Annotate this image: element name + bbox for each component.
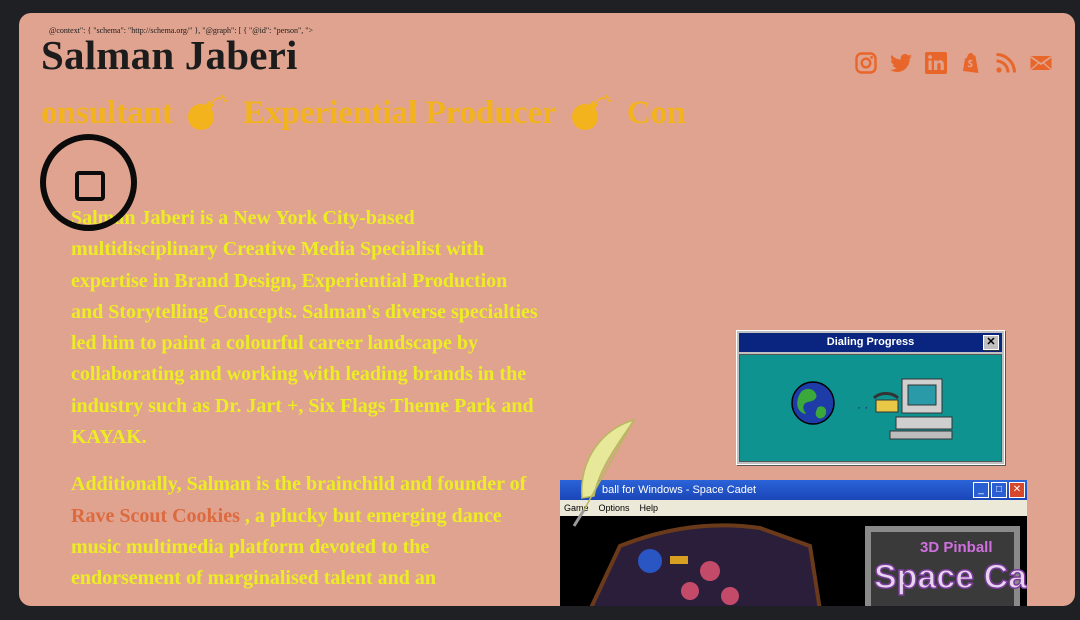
shopify-icon[interactable] — [959, 51, 983, 75]
minimize-icon[interactable]: _ — [973, 482, 989, 498]
dialing-progress-window: Dialing Progress ✕ · · — [736, 330, 1005, 465]
pinball-logo-small: 3D Pinball — [920, 539, 993, 556]
social-links — [854, 51, 1053, 75]
bio-paragraph: Salman Jaberi is a New York City-based m… — [71, 207, 538, 449]
pinball-playfield: 3D Pinball Space Cadet — [589, 523, 1027, 606]
site-card: @context": { "schema": "http://schema.or… — [19, 13, 1075, 606]
feather-quill-icon — [572, 418, 636, 527]
site-title[interactable]: Salman Jaberi — [41, 31, 298, 79]
close-icon[interactable]: ✕ — [983, 335, 999, 350]
ticker-segment: onsultant — [41, 94, 174, 131]
dialing-scene: · · — [791, 378, 953, 440]
twitter-icon[interactable] — [889, 51, 913, 75]
square-icon — [75, 171, 105, 201]
maximize-icon[interactable]: □ — [991, 482, 1007, 498]
dialing-illustration: · · — [739, 354, 1002, 462]
window-controls: _ □ ✕ — [973, 482, 1025, 498]
rss-icon[interactable] — [994, 51, 1018, 75]
email-icon[interactable] — [1029, 51, 1053, 75]
phone-icon — [872, 392, 900, 413]
computer-icon — [889, 378, 953, 440]
menu-toggle-button[interactable] — [40, 134, 137, 231]
close-icon[interactable]: ✕ — [1009, 482, 1025, 498]
ticker-segment: Experiential Producer — [243, 94, 557, 131]
bomb-icon — [185, 93, 229, 133]
window-titlebar: Dialing Progress ✕ — [739, 333, 1002, 352]
pinball-logo-big: Space Cadet — [874, 558, 1027, 596]
bio-text: Additionally, Salman is the brainchild a… — [71, 473, 527, 496]
services-ticker: onsultant Experiential Producer Con — [41, 93, 686, 133]
window-title: Dialing Progress — [826, 336, 915, 348]
rave-scout-cookies-link[interactable]: Rave Scout Cookies — [71, 505, 240, 527]
ticker-segment: Con — [626, 94, 686, 131]
bio-section: Salman Jaberi is a New York City-based m… — [71, 203, 541, 606]
dialing-dots: · · — [857, 400, 868, 414]
bomb-icon — [569, 93, 613, 133]
instagram-icon[interactable] — [854, 51, 878, 75]
linkedin-icon[interactable] — [924, 51, 948, 75]
bio-paragraph: Additionally, Salman is the brainchild a… — [71, 469, 541, 594]
